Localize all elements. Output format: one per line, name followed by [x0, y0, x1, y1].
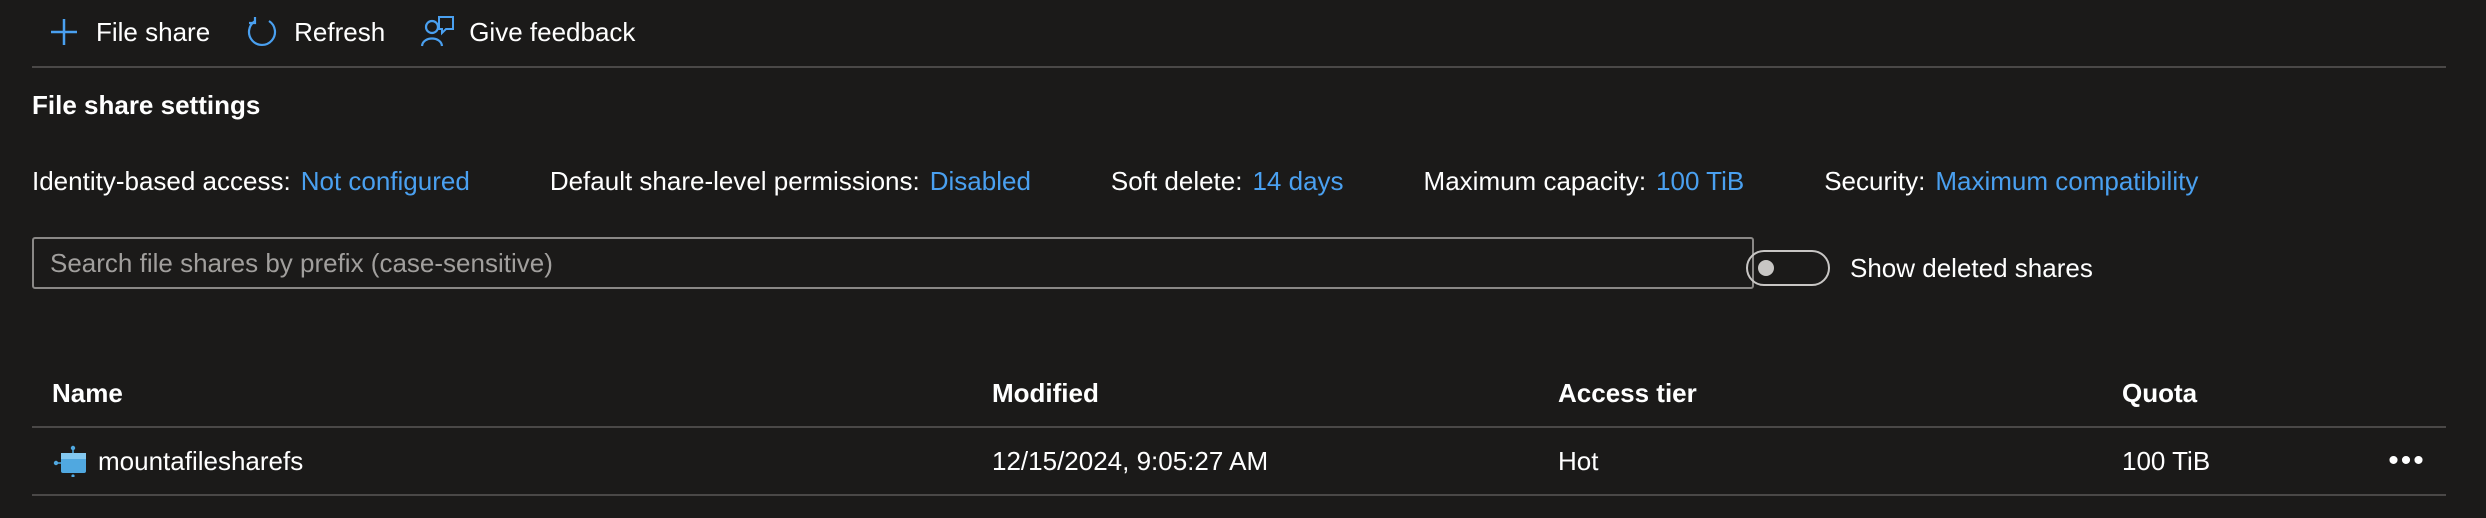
setting-key: Default share-level permissions: [549, 166, 920, 196]
give-feedback-button[interactable]: Give feedback [417, 12, 635, 52]
setting-key: Security: [1824, 166, 1926, 196]
setting-soft-delete: Soft delete: 14 days [1111, 166, 1344, 197]
table-row[interactable]: mountafilesharefs 12/15/2024, 9:05:27 AM… [32, 428, 2446, 496]
column-header-name[interactable]: Name [52, 378, 123, 409]
setting-max-capacity: Maximum capacity: 100 TiB [1424, 166, 1745, 197]
access-tier-cell: Hot [1558, 445, 1599, 476]
column-header-access-tier[interactable]: Access tier [1558, 378, 1697, 409]
add-file-share-label: File share [96, 16, 211, 47]
setting-key: Soft delete: [1110, 166, 1243, 196]
refresh-button[interactable]: Refresh [242, 12, 385, 52]
file-shares-table: Name Modified Access tier Quota mountafi… [32, 360, 2446, 496]
default-permissions-link[interactable]: Disabled [930, 166, 1031, 197]
file-share-name: mountafilesharefs [98, 445, 304, 476]
max-capacity-link[interactable]: 100 TiB [1656, 166, 1744, 197]
refresh-icon [242, 12, 282, 52]
identity-access-link[interactable]: Not configured [301, 166, 470, 197]
column-header-quota[interactable]: Quota [2122, 378, 2197, 409]
quota-cell: 100 TiB [2122, 445, 2211, 476]
table-header: Name Modified Access tier Quota [32, 360, 2446, 428]
plus-icon [44, 12, 84, 52]
give-feedback-label: Give feedback [469, 16, 636, 47]
settings-title: File share settings [32, 90, 261, 120]
setting-identity-access: Identity-based access: Not configured [32, 166, 470, 197]
security-link[interactable]: Maximum compatibility [1935, 166, 2198, 197]
soft-delete-link[interactable]: 14 days [1252, 166, 1343, 197]
feedback-icon [417, 12, 457, 52]
setting-security: Security: Maximum compatibility [1824, 166, 2198, 197]
settings-row: Identity-based access: Not configured De… [32, 166, 2278, 197]
toggle-knob [1758, 260, 1774, 276]
show-deleted-toggle[interactable]: Show deleted shares [1746, 250, 2093, 286]
search-input[interactable] [32, 237, 1754, 289]
command-bar: File share Refresh Give feedback [44, 0, 667, 64]
setting-default-permissions: Default share-level permissions: Disable… [550, 166, 1031, 197]
add-file-share-button[interactable]: File share [44, 12, 210, 52]
file-share-icon [52, 445, 88, 477]
more-icon[interactable]: ••• [2382, 444, 2432, 478]
toggle-switch[interactable] [1746, 250, 1830, 286]
setting-key: Maximum capacity: [1423, 166, 1647, 196]
toolbar-divider [32, 66, 2446, 68]
column-header-modified[interactable]: Modified [992, 378, 1099, 409]
file-share-name-link[interactable]: mountafilesharefs [52, 445, 303, 477]
refresh-label: Refresh [294, 16, 386, 47]
setting-key: Identity-based access: [32, 166, 291, 196]
modified-cell: 12/15/2024, 9:05:27 AM [992, 445, 1269, 476]
toggle-label: Show deleted shares [1850, 252, 2093, 283]
